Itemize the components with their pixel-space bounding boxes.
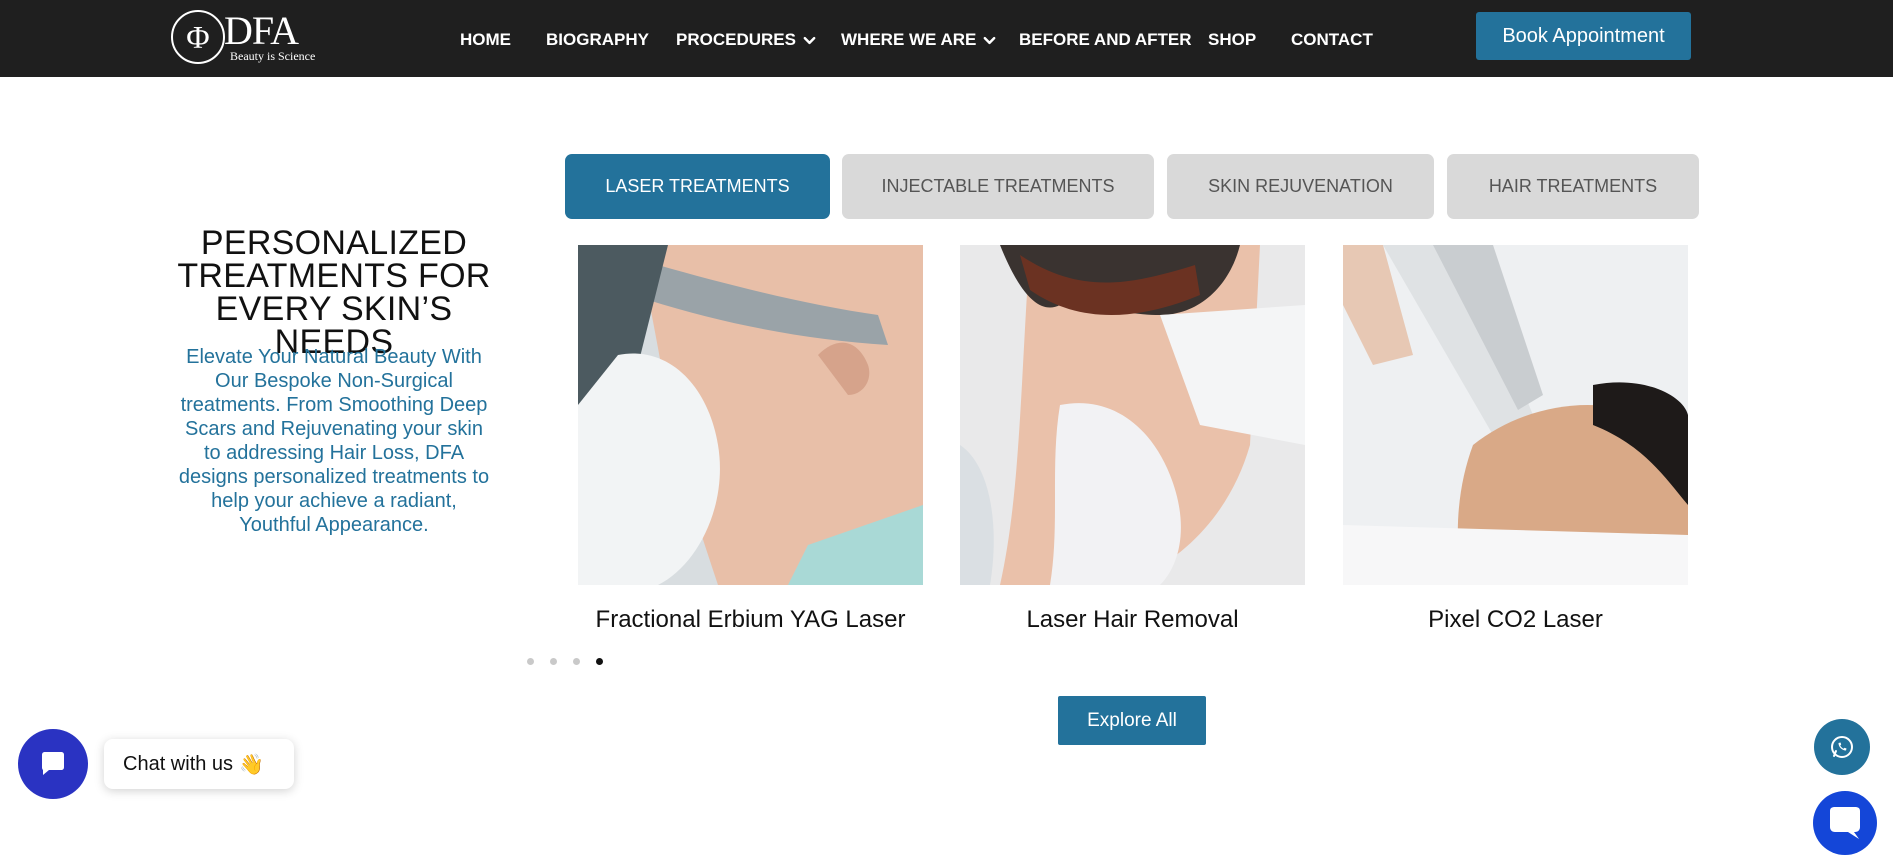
nav-biography-label: BIOGRAPHY bbox=[546, 30, 649, 49]
chat-launcher-button[interactable] bbox=[18, 729, 88, 799]
co2-laser-photo bbox=[1343, 245, 1688, 585]
nav-biography[interactable]: BIOGRAPHY bbox=[546, 30, 649, 50]
tab-injectable-treatments[interactable]: INJECTABLE TREATMENTS bbox=[842, 154, 1154, 219]
tab-skin-rejuvenation[interactable]: SKIN REJUVENATION bbox=[1167, 154, 1434, 219]
nav-before-and-after-label: BEFORE AND AFTER bbox=[1019, 30, 1192, 49]
nav-home-label: HOME bbox=[460, 30, 511, 49]
nav-contact[interactable]: CONTACT bbox=[1291, 30, 1373, 50]
section-intro: Elevate Your Natural Beauty With Our Bes… bbox=[178, 346, 490, 536]
messenger-icon bbox=[1830, 807, 1860, 839]
whatsapp-icon bbox=[1831, 736, 1853, 758]
carousel-dot-4[interactable] bbox=[596, 658, 603, 665]
chevron-down-icon bbox=[803, 36, 816, 44]
card-image-fractional-erbium[interactable] bbox=[578, 245, 923, 585]
nav-where-we-are[interactable]: WHERE WE ARE bbox=[841, 30, 997, 50]
card-image-pixel-co2[interactable] bbox=[1343, 245, 1688, 585]
chat-with-us-label: Chat with us bbox=[123, 752, 234, 775]
card-title-pixel-co2[interactable]: Pixel CO2 Laser bbox=[1343, 606, 1688, 634]
laser-treatment-photo bbox=[578, 245, 923, 585]
tab-hair-treatments[interactable]: HAIR TREATMENTS bbox=[1447, 154, 1699, 219]
section-headline: PERSONALIZED TREATMENTS FOR EVERY SKIN’S… bbox=[177, 224, 491, 361]
messenger-button[interactable] bbox=[1813, 791, 1877, 855]
nav-contact-label: CONTACT bbox=[1291, 30, 1373, 49]
card-image-laser-hair-removal[interactable] bbox=[960, 245, 1305, 585]
waving-hand-icon: 👋 bbox=[239, 753, 264, 776]
nav-home[interactable]: HOME bbox=[460, 30, 511, 50]
book-appointment-button[interactable]: Book Appointment bbox=[1476, 12, 1691, 60]
chat-bubble-icon bbox=[42, 752, 64, 775]
card-title-laser-hair-removal[interactable]: Laser Hair Removal bbox=[960, 606, 1305, 634]
explore-all-button[interactable]: Explore All bbox=[1058, 696, 1206, 745]
nav-where-we-are-label: WHERE WE ARE bbox=[841, 30, 977, 49]
nav-before-and-after[interactable]: BEFORE AND AFTER bbox=[1019, 30, 1192, 50]
tab-laser-treatments[interactable]: LASER TREATMENTS bbox=[565, 154, 830, 219]
carousel-dot-1[interactable] bbox=[527, 658, 534, 665]
card-title-fractional-erbium[interactable]: Fractional Erbium YAG Laser bbox=[578, 606, 923, 634]
nav-shop[interactable]: SHOP bbox=[1208, 30, 1256, 50]
chat-with-us-pill[interactable]: Chat with us 👋 bbox=[104, 739, 294, 789]
carousel-dot-3[interactable] bbox=[573, 658, 580, 665]
whatsapp-button[interactable] bbox=[1814, 719, 1870, 775]
carousel-dot-2[interactable] bbox=[550, 658, 557, 665]
top-navigation-bar: Φ DFA Beauty is Science HOME BIOGRAPHY P… bbox=[0, 0, 1893, 77]
chevron-down-icon bbox=[983, 36, 996, 44]
nav-procedures[interactable]: PROCEDURES bbox=[676, 30, 817, 50]
hair-removal-photo bbox=[960, 245, 1305, 585]
nav-shop-label: SHOP bbox=[1208, 30, 1257, 49]
nav-procedures-label: PROCEDURES bbox=[676, 30, 796, 49]
